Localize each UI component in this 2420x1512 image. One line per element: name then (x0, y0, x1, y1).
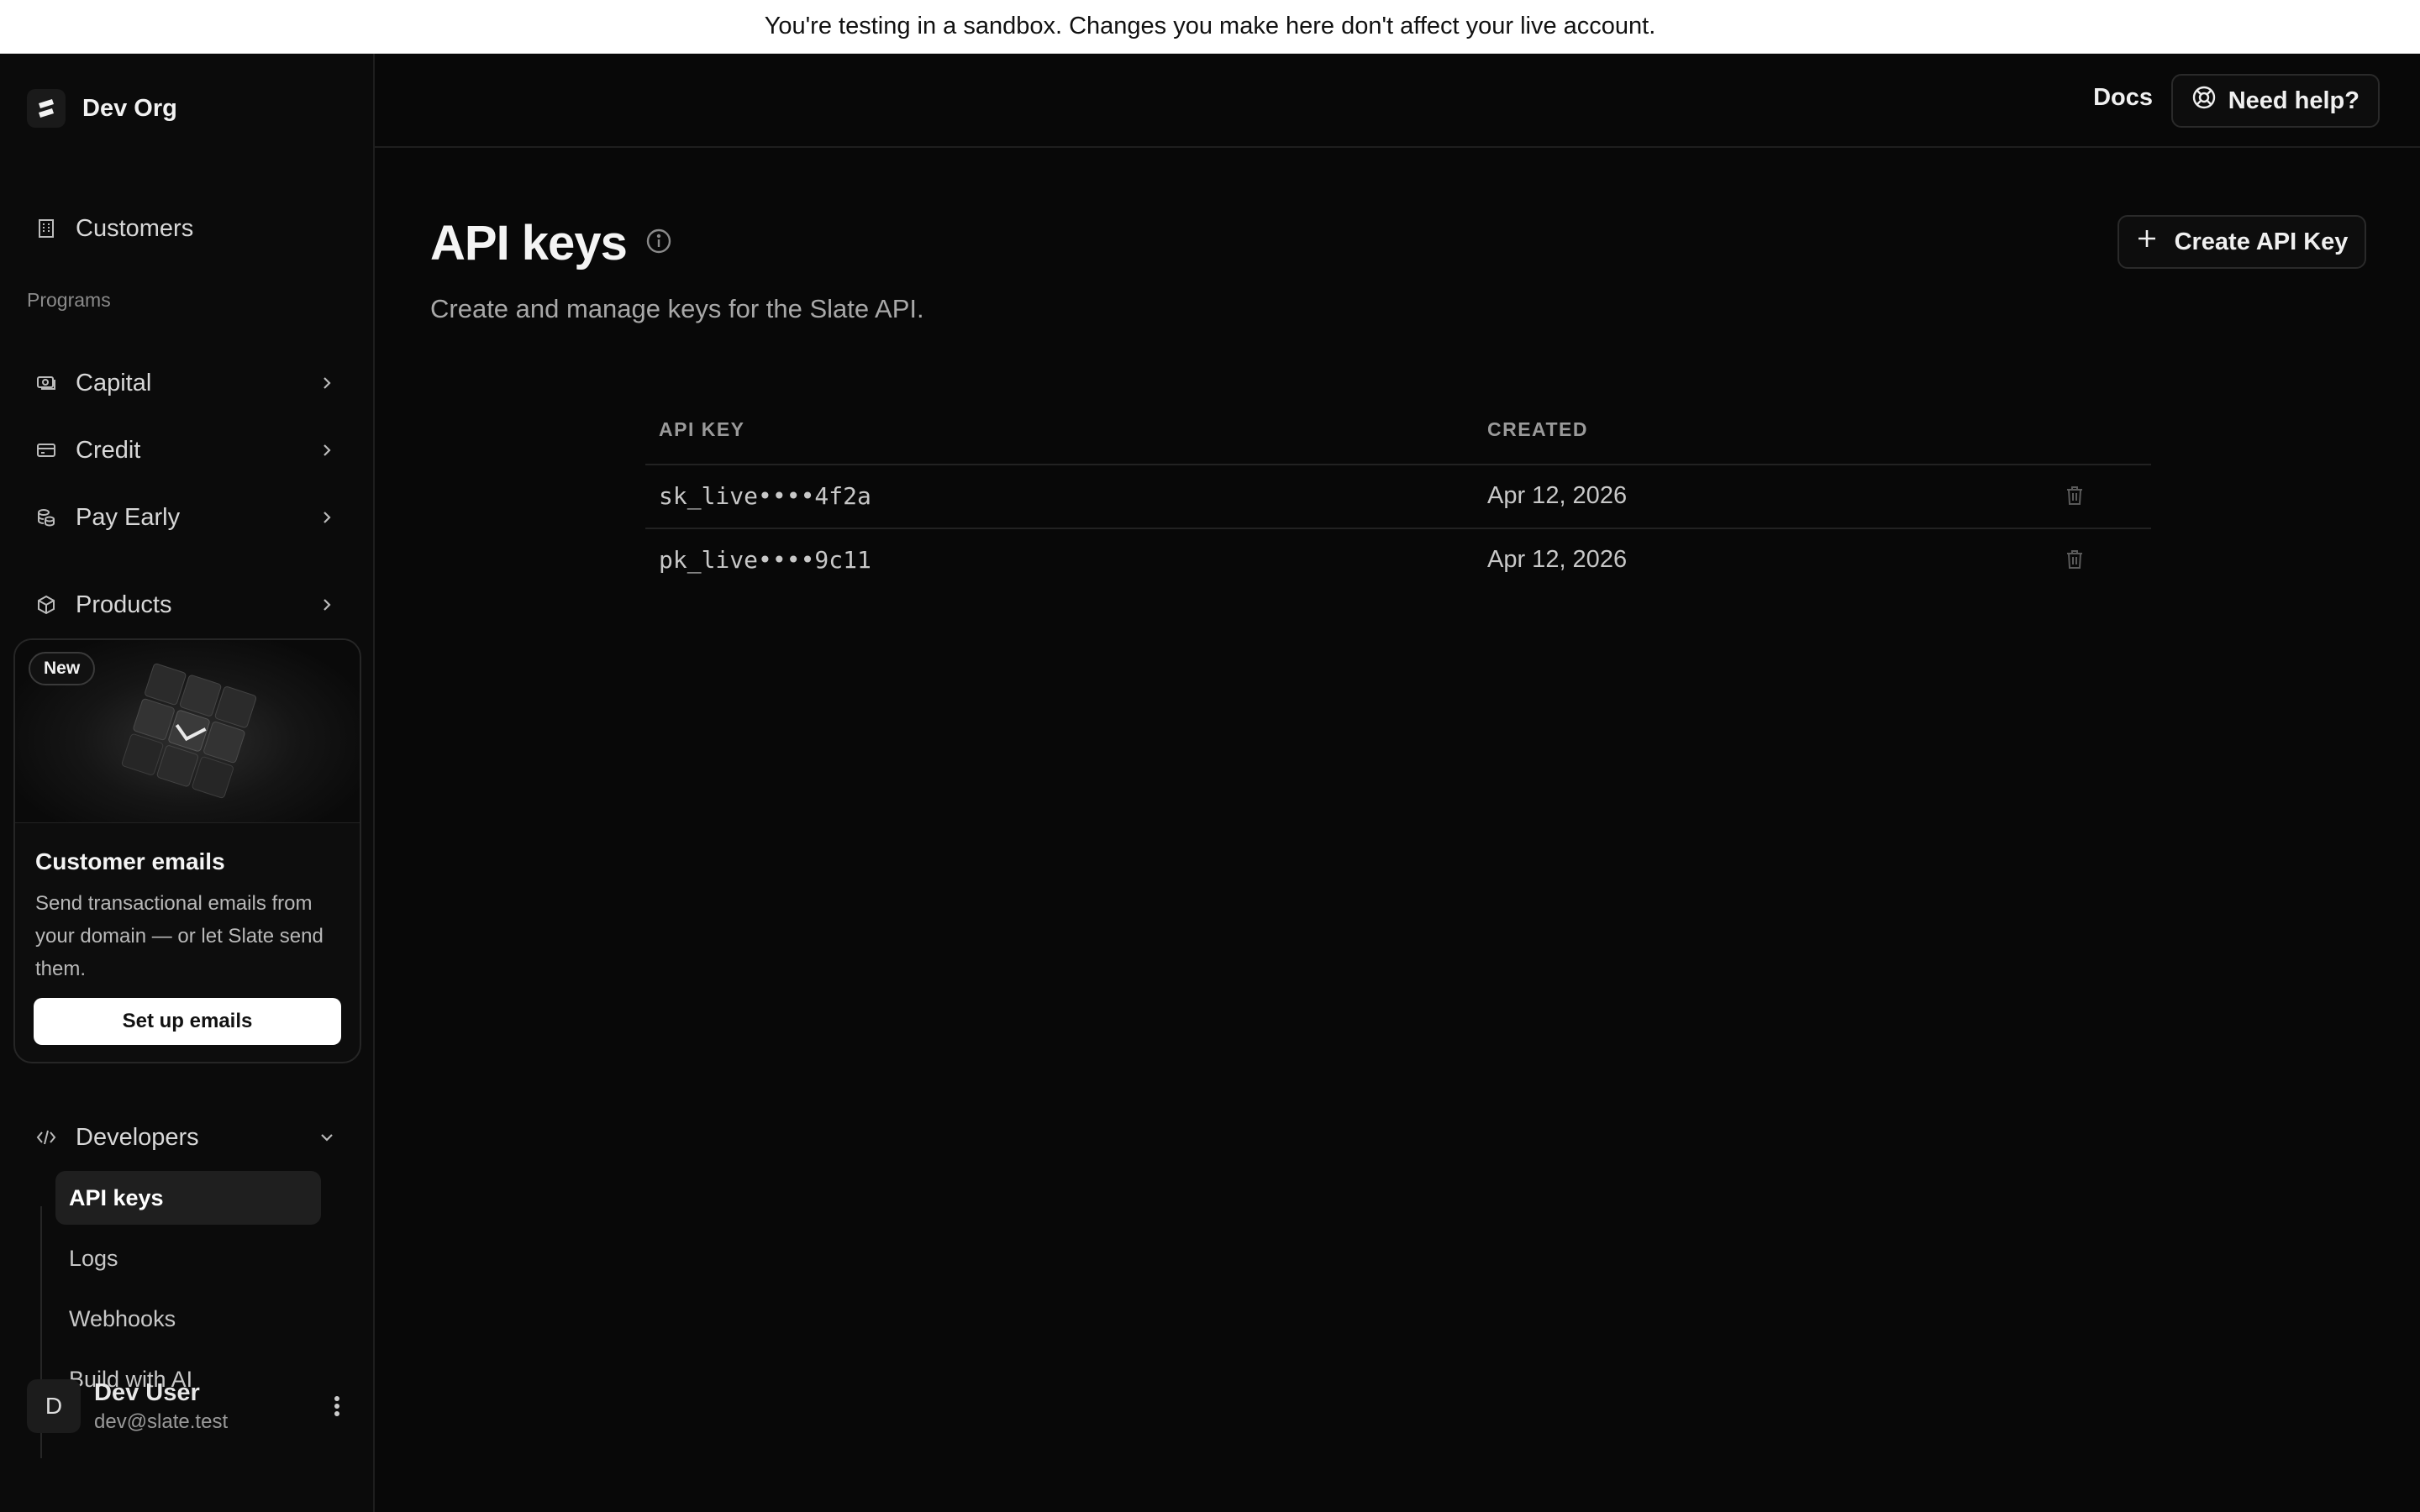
avatar: D (27, 1379, 81, 1433)
need-help-label: Need help? (2228, 87, 2360, 114)
package-icon (34, 592, 59, 617)
promo-description: Send transactional emails from your doma… (35, 892, 324, 980)
api-key-value: sk_live••••4f2a (659, 482, 871, 510)
sidebar-item-label: Capital (76, 369, 152, 396)
coins-icon (34, 505, 59, 530)
page-subtitle: Create and manage keys for the Slate API… (430, 294, 924, 323)
promo-card-customer-emails: New Customer emails Send transactional e… (13, 638, 361, 1063)
building-icon (34, 216, 59, 241)
column-header-api-key: API KEY (659, 418, 745, 440)
top-bar: Docs Need help? (375, 54, 2420, 148)
set-up-emails-button[interactable]: Set up emails (34, 998, 341, 1045)
chevron-right-icon (314, 592, 339, 617)
sidebar-subitem-webhooks[interactable]: Webhooks (55, 1292, 321, 1346)
user-menu[interactable]: D Dev User dev@slate.test (27, 1373, 350, 1440)
table-header: API KEY CREATED (645, 398, 2151, 465)
promo-title: Customer emails (35, 848, 225, 874)
create-api-key-label: Create API Key (2174, 228, 2349, 255)
sidebar-item-label: Developers (76, 1123, 199, 1151)
table-row: sk_live••••4f2a Apr 12, 2026 (645, 465, 2151, 529)
sidebar: Dev Org Customers Programs Capital Credi… (0, 54, 375, 1512)
api-key-value: pk_live••••9c11 (659, 546, 871, 574)
sidebar-item-products[interactable]: Products (24, 580, 351, 630)
info-icon[interactable] (645, 228, 672, 259)
new-badge: New (29, 652, 96, 685)
trash-icon[interactable] (2062, 482, 2087, 509)
credit-card-icon (34, 438, 59, 463)
created-date: Apr 12, 2026 (1487, 546, 1628, 573)
need-help-button[interactable]: Need help? (2170, 74, 2380, 128)
sidebar-item-label: Pay Early (76, 503, 181, 531)
sidebar-item-label: Credit (76, 436, 141, 464)
more-vertical-icon[interactable] (324, 1393, 350, 1420)
create-api-key-button[interactable]: Create API Key (2118, 215, 2366, 269)
trash-icon[interactable] (2062, 546, 2087, 573)
chevron-right-icon (314, 505, 339, 530)
sandbox-banner-text: You're testing in a sandbox. Changes you… (764, 13, 1656, 39)
user-name: Dev User (94, 1378, 200, 1406)
org-switcher[interactable]: Dev Org (27, 89, 177, 128)
sidebar-subitem-logs[interactable]: Logs (55, 1231, 321, 1285)
sidebar-item-capital[interactable]: Capital (24, 358, 351, 408)
column-header-created: CREATED (1487, 418, 1588, 440)
org-logo-icon (27, 89, 66, 128)
cash-icon (34, 370, 59, 396)
plus-icon (2136, 228, 2158, 256)
programs-section-label: Programs (27, 289, 111, 311)
sidebar-item-credit[interactable]: Credit (24, 425, 351, 475)
sidebar-item-customers[interactable]: Customers (24, 203, 351, 254)
sidebar-item-label: Products (76, 591, 172, 618)
lifebuoy-icon (2191, 85, 2217, 117)
org-name: Dev Org (82, 94, 177, 122)
code-icon (34, 1125, 59, 1150)
chevron-down-icon (314, 1125, 339, 1150)
sidebar-item-label: Customers (76, 214, 194, 242)
sidebar-subitem-api-keys[interactable]: API keys (55, 1171, 321, 1225)
chevron-right-icon (314, 370, 339, 396)
page-title: API keys (430, 216, 628, 270)
sandbox-banner: You're testing in a sandbox. Changes you… (0, 0, 2420, 54)
sidebar-item-pay-early[interactable]: Pay Early (24, 492, 351, 543)
api-keys-table: API KEY CREATED sk_live••••4f2a Apr 12, … (645, 398, 2151, 593)
chevron-right-icon (314, 438, 339, 463)
user-email: dev@slate.test (94, 1410, 229, 1433)
table-row: pk_live••••9c11 Apr 12, 2026 (645, 529, 2151, 593)
sidebar-item-developers[interactable]: Developers (24, 1112, 351, 1163)
created-date: Apr 12, 2026 (1487, 482, 1628, 509)
docs-link[interactable]: Docs (2093, 84, 2153, 112)
